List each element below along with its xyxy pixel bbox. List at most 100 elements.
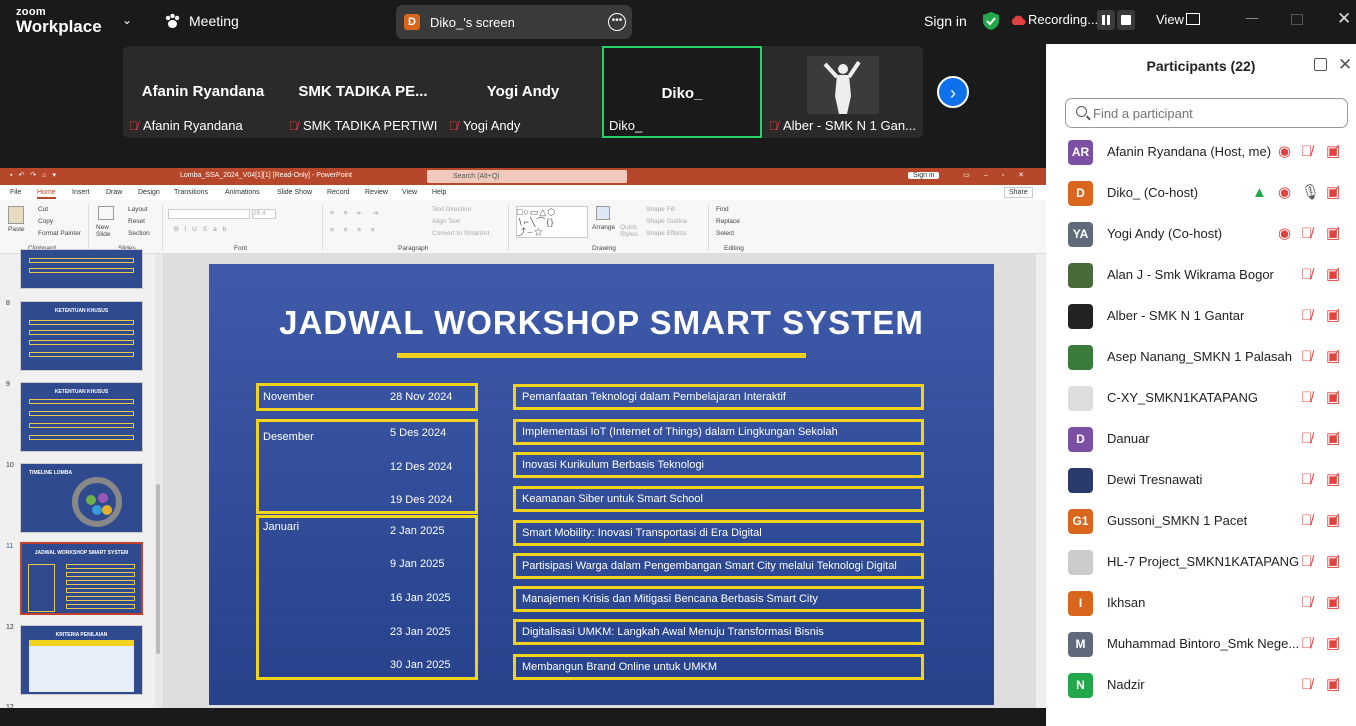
slide-thumbnail[interactable] [20, 249, 143, 289]
video-off-icon[interactable]: ▣̸ [1326, 635, 1340, 653]
close-window-button[interactable]: ✕ [1337, 9, 1351, 29]
video-off-icon[interactable]: ▣̸ [1326, 553, 1340, 571]
shape-fill-button[interactable]: Shape Fill [646, 206, 675, 213]
mic-muted-icon[interactable]: 🎙̸ [1301, 553, 1312, 571]
align-buttons[interactable]: ≡ ≡ ≡ ≡ [330, 227, 379, 234]
ppt-search-box[interactable]: Search (Alt+Q) [427, 170, 627, 183]
canvas-scrollbar[interactable] [1036, 254, 1046, 708]
shapes-gallery[interactable]: □○▭△⬡ ∖⌐╲⌒{} ⤴⌣☆ [516, 206, 588, 238]
video-off-icon[interactable]: ▣̸ [1326, 143, 1340, 161]
text-direction-button[interactable]: Text Direction [432, 206, 471, 213]
menu-record[interactable]: Record [327, 189, 350, 196]
mic-muted-icon[interactable]: 🎙̸ [1301, 348, 1312, 366]
paste-icon[interactable] [8, 206, 24, 224]
video-off-icon[interactable]: ▣̸ [1326, 266, 1340, 284]
menu-transitions[interactable]: Transitions [174, 189, 208, 196]
video-off-icon[interactable]: ▣̸ [1326, 430, 1340, 448]
slide-thumbnail[interactable]: TIMELINE LOMBA [20, 463, 143, 533]
video-off-icon[interactable]: ▣̸ [1326, 184, 1340, 202]
view-menu[interactable]: View [1156, 12, 1184, 27]
quick-styles-button[interactable]: Quick Styles [620, 224, 642, 238]
mic-muted-icon[interactable]: 🎙̸ [1301, 512, 1312, 530]
shield-check-icon[interactable] [982, 11, 1000, 31]
slide-thumbnail[interactable]: KRITERIA PENILAIAN [20, 625, 143, 695]
mic-muted-icon[interactable]: 🎙̸ [1301, 143, 1312, 161]
mic-on-icon[interactable]: 🎙 [1301, 184, 1320, 202]
participant-row[interactable]: YA Yogi Andy (Co-host) ◉ 🎙̸ ▣̸ [1046, 214, 1356, 255]
participant-row[interactable]: D Danuar 🎙̸ ▣̸ [1046, 419, 1356, 460]
mic-muted-icon[interactable]: 🎙̸ [1301, 635, 1312, 653]
section-button[interactable]: Section [128, 230, 150, 237]
pause-recording-button[interactable] [1097, 10, 1115, 30]
video-tile[interactable]: SMK TADIKA PE... 🎙̸ SMK TADIKA PERTIWI [283, 46, 443, 138]
participant-row[interactable]: Dewi Tresnawati 🎙̸ ▣̸ [1046, 460, 1356, 501]
menu-help[interactable]: Help [432, 189, 446, 196]
mic-muted-icon[interactable]: 🎙̸ [1301, 594, 1312, 612]
arrange-button[interactable]: Arrange [592, 224, 615, 231]
close-panel-icon[interactable]: ✕ [1338, 55, 1352, 75]
slide-panel-scrollbar[interactable] [155, 254, 161, 708]
video-tile[interactable]: Yogi Andy 🎙̸ Yogi Andy [443, 46, 603, 138]
shape-effects-button[interactable]: Shape Effects [646, 230, 686, 237]
new-slide-button[interactable]: New Slide [96, 224, 116, 238]
menu-design[interactable]: Design [138, 189, 160, 196]
share-button[interactable]: Share [1004, 187, 1033, 198]
mic-muted-icon[interactable]: 🎙̸ [1301, 471, 1312, 489]
video-off-icon[interactable]: ▣̸ [1326, 471, 1340, 489]
participant-row[interactable]: D Diko_ (Co-host) ◉ ▲ 🎙 ▣̸ [1046, 173, 1356, 214]
video-off-icon[interactable]: ▣̸ [1326, 676, 1340, 694]
maximize-button[interactable] [1291, 14, 1303, 25]
video-off-icon[interactable]: ▣̸ [1326, 307, 1340, 325]
menu-review[interactable]: Review [365, 189, 388, 196]
participant-row[interactable]: G1 Gussoni_SMKN 1 Pacet 🎙̸ ▣̸ [1046, 501, 1356, 542]
font-format-buttons[interactable]: BIUSab [174, 226, 232, 233]
video-off-icon[interactable]: ▣̸ [1326, 594, 1340, 612]
sign-in-link[interactable]: Sign in [924, 13, 967, 29]
participant-row[interactable]: Alber - SMK N 1 Gantar 🎙̸ ▣̸ [1046, 296, 1356, 337]
menu-view[interactable]: View [402, 189, 417, 196]
video-off-icon[interactable]: ▣̸ [1326, 512, 1340, 530]
copy-button[interactable]: Copy [38, 218, 53, 225]
format-painter-button[interactable]: Format Painter [38, 230, 81, 237]
ppt-sign-in[interactable]: Sign in [908, 172, 940, 179]
menu-slide-show[interactable]: Slide Show [277, 189, 312, 196]
convert-smartart-button[interactable]: Convert to SmartArt [432, 230, 489, 237]
participant-row[interactable]: N Nadzir 🎙̸ ▣̸ [1046, 665, 1356, 706]
meeting-menu[interactable]: Meeting [164, 13, 239, 29]
new-slide-icon[interactable] [98, 206, 114, 220]
quick-access-icons[interactable]: ▪↶↷⌂▾ [10, 171, 62, 179]
video-off-icon[interactable]: ▣̸ [1326, 389, 1340, 407]
video-tile[interactable]: Afanin Ryandana 🎙̸ Afanin Ryandana [123, 46, 283, 138]
list-buttons[interactable]: ≡ ≡ ⇤ ⇥ [330, 209, 382, 217]
more-options-icon[interactable]: ••• [608, 13, 626, 31]
participant-row[interactable]: AR Afanin Ryandana (Host, me) ◉ 🎙̸ ▣̸ [1046, 132, 1356, 173]
mic-muted-icon[interactable]: 🎙̸ [1301, 307, 1312, 325]
slide-thumbnail-selected[interactable]: JADWAL WORKSHOP SMART SYSTEM [20, 542, 143, 615]
participant-row[interactable]: Asep Nanang_SMKN 1 Palasah 🎙̸ ▣̸ [1046, 337, 1356, 378]
pop-out-icon[interactable] [1314, 58, 1327, 71]
zoom-logo[interactable]: zoom Workplace [16, 7, 102, 36]
align-text-button[interactable]: Align Text [432, 218, 460, 225]
grid-view-icon[interactable] [1186, 13, 1200, 25]
mic-muted-icon[interactable]: 🎙̸ [1301, 430, 1312, 448]
cut-button[interactable]: Cut [38, 206, 48, 213]
paste-button[interactable]: Paste [8, 226, 25, 233]
mic-muted-icon[interactable]: 🎙̸ [1301, 676, 1312, 694]
menu-animations[interactable]: Animations [225, 189, 260, 196]
mic-muted-icon[interactable]: 🎙̸ [1301, 266, 1312, 284]
ppt-window-controls[interactable]: ▭–▫✕ [963, 171, 1038, 179]
menu-file[interactable]: File [10, 189, 21, 196]
layout-button[interactable]: Layout [128, 206, 148, 213]
font-name-box[interactable] [168, 209, 250, 219]
menu-draw[interactable]: Draw [106, 189, 122, 196]
screen-share-pill[interactable]: D Diko_'s screen ••• [396, 5, 632, 39]
menu-insert[interactable]: Insert [72, 189, 90, 196]
participant-search-input[interactable] [1093, 104, 1343, 122]
find-button[interactable]: Find [716, 206, 729, 213]
font-size-box[interactable]: 25.4 [252, 209, 276, 219]
participant-row[interactable]: Alan J - Smk Wikrama Bogor 🎙̸ ▣̸ [1046, 255, 1356, 296]
slide-thumbnail[interactable]: KETENTUAN KHUSUS [20, 382, 143, 452]
next-page-button[interactable]: › [937, 76, 969, 108]
video-tile-active-speaker[interactable]: Diko_ Diko_ [602, 46, 762, 138]
arrange-icon[interactable] [596, 206, 610, 220]
